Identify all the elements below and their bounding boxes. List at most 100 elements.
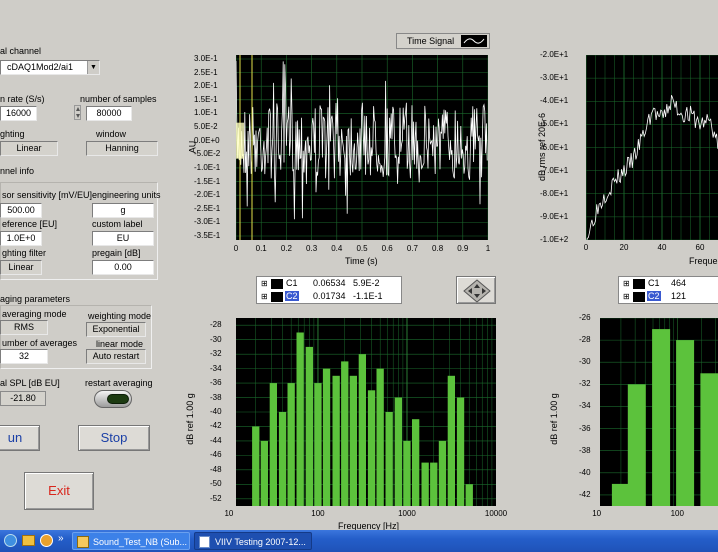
time-signal-legend-label: Time Signal: [407, 36, 455, 46]
weighting-filter-select[interactable]: Linear: [0, 260, 42, 275]
octave-bar-plot-right[interactable]: [600, 318, 718, 506]
cursor-marker-icon: [271, 292, 283, 302]
sensor-sensitivity-input[interactable]: 500.00: [0, 203, 42, 218]
octave-bar: [421, 462, 429, 506]
cursor-name: C2: [285, 291, 299, 301]
octave-bar: [332, 375, 340, 506]
x-tick-label: 0: [233, 244, 239, 253]
dropdown-arrow-icon[interactable]: ▼: [87, 61, 99, 74]
x-tick-label: 0.7: [406, 244, 418, 253]
y-tick-label: -1.0E+2: [540, 235, 569, 244]
x-tick-label: 0.2: [280, 244, 292, 253]
octave-bar-plot[interactable]: [236, 318, 496, 506]
y-tick-label: -46: [210, 450, 222, 460]
weighting-mode-select[interactable]: Exponential: [86, 322, 146, 337]
spectrum-plot[interactable]: [586, 55, 718, 240]
cursor-name: C1: [286, 278, 298, 288]
engineering-units-input[interactable]: g: [92, 203, 154, 218]
y-tick-label: 2.5E-1: [194, 67, 218, 77]
sensor-sensitivity-label: sor sensitivity [mV/EU]: [2, 190, 93, 200]
num-samples-input[interactable]: 80000: [86, 106, 132, 121]
quicklaunch-more-icon[interactable]: »: [58, 533, 64, 544]
octave-bar: [465, 484, 473, 506]
y-tick-label: -42: [579, 489, 591, 499]
physical-channel-select[interactable]: cDAQ1Mod2/ai1 ▼: [0, 60, 100, 75]
stop-button[interactable]: Stop: [78, 425, 150, 451]
y-tick-label: -3.0E-1: [194, 217, 221, 227]
x-tick-label: 100: [311, 509, 325, 518]
quicklaunch-folder-icon[interactable]: [22, 535, 35, 546]
x-tick-label: 10000: [484, 509, 508, 518]
taskbar-item-sound-test[interactable]: Sound_Test_NB (Sub...: [72, 532, 190, 550]
quicklaunch-media-icon[interactable]: [40, 534, 53, 547]
x-tick-label: 0.9: [457, 244, 469, 253]
exit-button[interactable]: Exit: [24, 472, 94, 510]
taskbar-item-viiv-testing[interactable]: VIIV Testing 2007-12...: [194, 532, 312, 550]
averaging-mode-label: averaging mode: [2, 309, 67, 319]
sample-rate-input[interactable]: 16000: [0, 106, 37, 121]
physical-channel-label: al channel: [0, 46, 42, 56]
y-tick-label: -3.0E+1: [540, 73, 569, 83]
num-samples-spinner[interactable]: [74, 105, 81, 120]
y-tick-label: -9.0E+1: [540, 211, 569, 221]
octave-bar: [358, 354, 366, 506]
y-tick-label: -42: [210, 421, 222, 431]
octave-bar: [456, 397, 465, 506]
custom-label-label: custom label: [92, 219, 143, 229]
expand-icon[interactable]: ⊞: [623, 279, 630, 288]
cursor-row-c2[interactable]: ⊞ C2 121: [619, 291, 718, 303]
restart-averaging-label: restart averaging: [85, 378, 153, 388]
toggle-led: [107, 394, 129, 404]
y-tick-label: -2.0E-1: [194, 190, 221, 200]
cursor-move-button[interactable]: [456, 276, 496, 304]
x-tick-label: 0.8: [432, 244, 444, 253]
y-tick-label: -30: [210, 334, 222, 344]
spectrum-trace: [586, 94, 718, 240]
expand-icon[interactable]: ⊞: [261, 292, 268, 301]
y-tick-label: -5.0E-2: [194, 149, 221, 159]
octave-bar: [367, 390, 376, 506]
cursor-move-icon: [463, 279, 491, 303]
octave-bar: [260, 440, 268, 506]
cursor-x: 121: [671, 291, 687, 301]
restart-averaging-toggle[interactable]: [94, 390, 132, 408]
linear-mode-select[interactable]: Auto restart: [86, 349, 146, 364]
octave-bar: [627, 384, 646, 506]
custom-label-input[interactable]: EU: [92, 231, 154, 246]
reference-input[interactable]: 1.0E+0: [0, 231, 42, 246]
weighting-mode-label: weighting mode: [88, 311, 152, 321]
y-tick-label: -36: [210, 378, 222, 388]
num-averages-label: umber of averages: [2, 338, 78, 348]
y-tick-label: -36: [579, 423, 591, 433]
octave-bar: [322, 368, 331, 506]
quicklaunch-ie-icon[interactable]: [4, 534, 17, 547]
time-signal-legend[interactable]: Time Signal: [396, 33, 490, 49]
cursor-row-c2[interactable]: ⊞ C2 0.01734 -1.1E-1: [257, 291, 401, 303]
document-icon: [199, 536, 210, 548]
expand-icon[interactable]: ⊞: [623, 292, 630, 301]
y-tick-label: -8.0E+1: [540, 188, 569, 198]
weighting-label: ghting: [0, 129, 25, 139]
linear-mode-label: linear mode: [96, 339, 144, 349]
pregain-input[interactable]: 0.00: [92, 260, 154, 275]
averaging-mode-select[interactable]: RMS: [0, 320, 48, 335]
cursor-row-c1[interactable]: ⊞ C1 0.06534 5.9E-2: [257, 278, 401, 290]
weighting-select[interactable]: Linear: [0, 141, 58, 156]
y-tick-label: -1.0E-1: [194, 162, 221, 172]
y-tick-label: 5.0E-2: [194, 122, 218, 132]
num-averages-input[interactable]: 32: [0, 349, 48, 364]
taskbar: » Sound_Test_NB (Sub... VIIV Testing 200…: [0, 530, 718, 552]
x-tick-label: 0.5: [356, 244, 368, 253]
octave-bar: [296, 332, 304, 506]
cursor-x: 0.06534: [313, 278, 346, 288]
x-tick-label: 10: [592, 509, 602, 518]
run-button[interactable]: un: [0, 425, 40, 451]
cursor-table-left: ⊞ C1 0.06534 5.9E-2 ⊞ C2 0.01734 -1.1E-1: [256, 276, 402, 304]
expand-icon[interactable]: ⊞: [261, 279, 268, 288]
num-samples-label: number of samples: [80, 94, 157, 104]
waveform-icon: [461, 35, 487, 47]
octave-bar: [652, 329, 671, 506]
cursor-row-c1[interactable]: ⊞ C1 464: [619, 278, 718, 290]
time-signal-plot[interactable]: [236, 55, 488, 240]
window-select[interactable]: Hanning: [86, 141, 158, 156]
